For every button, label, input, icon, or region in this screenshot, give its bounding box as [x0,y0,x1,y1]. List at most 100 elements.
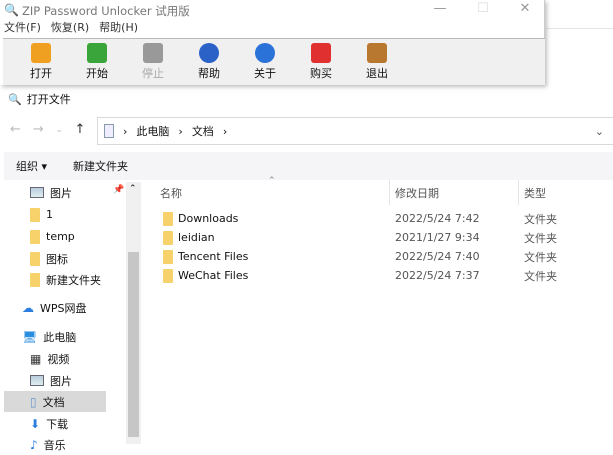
chevron-down-icon[interactable]: ⌄ [595,125,604,138]
file-type: 文件夹 [524,269,557,283]
stop-icon [143,43,163,63]
file-type: 文件夹 [524,250,557,264]
folder-icon [163,211,173,226]
divider [546,28,613,29]
maximize-button[interactable]: ☐ [468,0,498,18]
toolbar-button-2[interactable]: 停止 [125,39,181,85]
toolbar-button-3[interactable]: 帮助 [181,39,237,85]
file-type: 文件夹 [524,231,557,245]
sidebar-item[interactable]: 🖥 此电脑 [4,326,106,347]
sidebar-item-label: 文档 [42,395,65,409]
column-name[interactable]: 名称 [160,185,182,201]
toolbar-button-label: 停止 [142,67,164,80]
sidebar-item[interactable]: 新建文件夹 [4,269,106,290]
menu-file[interactable]: 文件(F) [4,19,41,35]
file-row[interactable]: leidian 2021/1/27 9:34 文件夹 [155,228,613,247]
file-date: 2022/5/24 7:42 [395,212,480,225]
sidebar-item-label: WPS网盘 [40,301,87,315]
sort-arrow-icon: ⌃ [268,176,276,186]
folder-icon [30,272,40,287]
doc-icon: ▯ [30,394,37,409]
sidebar: 图片 1 temp 图标 新建文件夹 ☁ WPS网盘 🖥 此电脑 ▦ 视频 图片 ▯ 文档 ⬇ 下载 ♪ 音乐 [0,182,125,452]
forward-button[interactable]: → [33,122,44,138]
app-icon: 🔍 [4,3,19,17]
scrollbar-thumb[interactable] [128,252,139,437]
image-icon [30,375,44,386]
file-row[interactable]: WeChat Files 2022/5/24 7:37 文件夹 [155,266,613,285]
sidebar-item-label: 图片 [50,186,72,200]
video-icon: ▦ [30,351,42,366]
minimize-button[interactable]: — [425,0,455,18]
column-type[interactable]: 类型 [524,185,546,201]
scroll-up-arrow[interactable]: ⌃ [129,184,137,194]
breadcrumb-documents[interactable]: 文档 [192,123,214,139]
menu-recover[interactable]: 恢复(R) [51,19,89,35]
sidebar-item[interactable]: 1 [4,204,106,225]
sidebar-item-label: temp [46,230,75,243]
toolbar-button-0[interactable]: 打开 [13,39,69,85]
back-button[interactable]: ← [10,122,21,138]
pin-icon: 📌 [113,185,125,195]
sidebar-item-label: 新建文件夹 [46,273,101,287]
document-icon [104,124,114,138]
toolbar-button-label: 退出 [366,67,388,80]
file-date: 2022/5/24 7:37 [395,269,480,282]
sidebar-item[interactable]: ⬇ 下载 [4,413,106,434]
nav-buttons: ← → ⌄ ↑ [10,122,85,138]
sidebar-item[interactable]: ♪ 音乐 [4,434,106,455]
chevron-right-icon: › [178,124,183,138]
chevron-right-icon: › [123,124,128,138]
sidebar-item[interactable]: ▦ 视频 [4,348,106,369]
organize-button[interactable]: 组织 ▾ [16,158,47,174]
folder-icon [163,249,173,264]
toolbar: 打开 开始 停止 帮助 关于 购买 退出 [3,38,545,85]
toolbar-button-5[interactable]: 购买 [293,39,349,85]
folder-icon [163,268,173,283]
start-icon [87,43,107,63]
file-row[interactable]: Downloads 2022/5/24 7:42 文件夹 [155,209,613,228]
sidebar-item[interactable]: 图片 [4,182,106,203]
file-row[interactable]: Tencent Files 2022/5/24 7:40 文件夹 [155,247,613,266]
breadcrumb-pc[interactable]: 此电脑 [136,123,169,139]
app-icon: 🔍 [8,92,22,106]
new-folder-button[interactable]: 新建文件夹 [73,158,128,174]
sidebar-item[interactable]: temp [4,226,106,247]
toolbar-button-label: 关于 [254,67,276,80]
chevron-right-icon[interactable]: › [223,125,227,138]
sidebar-item[interactable]: 图片 [4,370,106,391]
toolbar-button-label: 帮助 [198,67,220,80]
command-bar: 组织 ▾ 新建文件夹 [4,152,613,180]
file-name: leidian [178,231,215,244]
sidebar-item[interactable]: 图标 [4,248,106,269]
toolbar-button-1[interactable]: 开始 [69,39,125,85]
toolbar-button-label: 打开 [30,67,52,80]
sidebar-item[interactable]: ☁ WPS网盘 [4,297,106,318]
toolbar-button-4[interactable]: 关于 [237,39,293,85]
sidebar-item-label: 音乐 [43,438,66,452]
close-button[interactable]: ✕ [510,0,540,18]
folder-icon [30,251,40,266]
toolbar-button-6[interactable]: 退出 [349,39,405,85]
toolbar-button-label: 购买 [310,67,332,80]
download-icon: ⬇ [30,416,41,431]
sidebar-item-label: 此电脑 [43,330,77,344]
sidebar-item[interactable]: ▯ 文档 [4,391,106,412]
file-type: 文件夹 [524,212,557,226]
column-separator[interactable] [389,180,390,205]
menu-help[interactable]: 帮助(H) [99,19,138,35]
up-button[interactable]: ↑ [75,122,86,138]
dialog-title-bar: 🔍 打开文件 [8,91,71,107]
sidebar-item-label: 视频 [47,352,70,366]
column-date[interactable]: 修改日期 [395,185,439,201]
help-icon [199,43,219,63]
recent-dropdown[interactable]: ⌄ [56,122,63,138]
column-separator[interactable] [518,180,519,205]
pc-icon: 🖥 [22,329,38,344]
address-bar[interactable]: › 此电脑 › 文档 › ⌄ [97,117,613,145]
music-icon: ♪ [30,437,38,452]
file-name: Tencent Files [178,250,249,263]
sidebar-item-label: 1 [46,208,53,221]
menu-bar: 文件(F) 恢复(R) 帮助(H) [4,19,138,35]
dialog-title: 打开文件 [26,93,71,106]
exit-icon [367,43,387,63]
